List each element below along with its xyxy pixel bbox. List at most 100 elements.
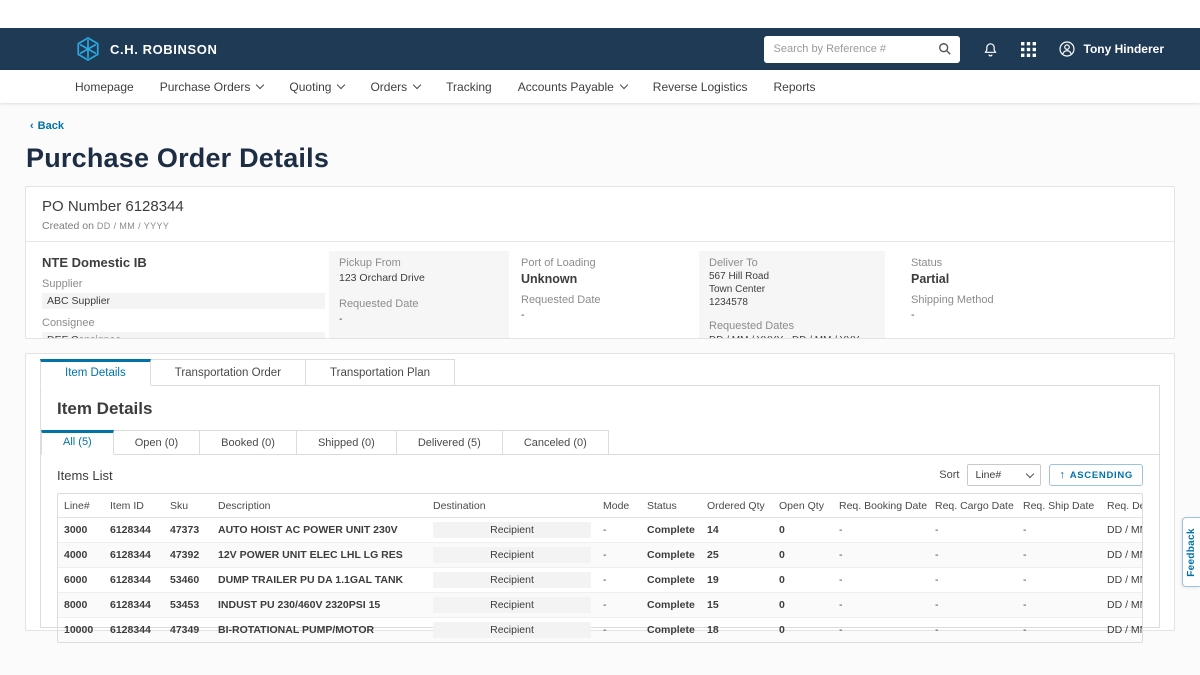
nav-item-tracking[interactable]: Tracking — [446, 80, 492, 94]
cell-ordered-qty: 18 — [701, 618, 773, 643]
cell-open-qty: 0 — [773, 568, 833, 593]
cell-req-ship-date: - — [1017, 593, 1101, 618]
table-header-row: Line#Item IDSkuDescriptionDestinationMod… — [58, 494, 1143, 518]
user-menu[interactable]: Tony Hinderer — [1058, 40, 1164, 58]
cell-status: Complete — [641, 568, 701, 593]
cell-req-cargo-date: - — [929, 518, 1017, 543]
cell-description: DUMP TRAILER PU DA 1.1GAL TANK — [212, 568, 427, 593]
nav-item-purchase-orders[interactable]: Purchase Orders — [160, 80, 264, 94]
notifications-bell-icon[interactable] — [982, 41, 999, 58]
tab-item-details[interactable]: Item Details — [40, 359, 151, 386]
header-sku: Sku — [164, 494, 212, 518]
cell-req-booking-date: - — [833, 568, 929, 593]
cell-line: 4000 — [58, 543, 104, 568]
chevron-down-icon — [620, 80, 628, 88]
tab-transportation-order[interactable]: Transportation Order — [151, 359, 306, 386]
cell-open-qty: 0 — [773, 618, 833, 643]
destination-band: Recipient — [433, 597, 591, 613]
cell-item-id: 6128344 — [104, 543, 164, 568]
sort-select[interactable]: Line# — [967, 464, 1041, 486]
nav-item-reverse-logistics[interactable]: Reverse Logistics — [653, 80, 748, 94]
table-row[interactable]: 8000612834453453INDUST PU 230/460V 2320P… — [58, 593, 1143, 618]
po-number: PO Number 6128344 — [42, 198, 1158, 215]
status-column: Status Partial Shipping Method - — [885, 251, 1158, 338]
cell-sku: 47349 — [164, 618, 212, 643]
cell-req-booking-date: - — [833, 518, 929, 543]
cell-description: BI-ROTATIONAL PUMP/MOTOR — [212, 618, 427, 643]
cell-destination: Recipient — [427, 518, 597, 543]
tab-content-panel: Item Details All (5)Open (0)Booked (0)Sh… — [40, 385, 1160, 628]
cell-status: Complete — [641, 593, 701, 618]
header-item-id: Item ID — [104, 494, 164, 518]
table-row[interactable]: 400061283444739212V POWER UNIT ELEC LHL … — [58, 543, 1143, 568]
brand-logo[interactable]: C.H. ROBINSON — [75, 36, 217, 62]
status-value: Partial — [911, 272, 1132, 286]
destination-band: Recipient — [433, 622, 591, 638]
items-table: Line#Item IDSkuDescriptionDestinationMod… — [58, 494, 1143, 642]
cell-status: Complete — [641, 518, 701, 543]
pickup-column: Pickup From 123 Orchard Drive Requested … — [329, 251, 509, 338]
nav-item-quoting[interactable]: Quoting — [289, 80, 344, 94]
nav-item-orders[interactable]: Orders — [370, 80, 420, 94]
requested-dates-value: DD / MM / YYYY - DD / MM / YYY — [709, 335, 875, 339]
cell-line: 10000 — [58, 618, 104, 643]
shipping-method-value: - — [911, 309, 1132, 321]
cell-sku: 53460 — [164, 568, 212, 593]
page-content: ‹ Back Purchase Order Details PO Number … — [0, 103, 1200, 675]
table-row[interactable]: 3000612834447373AUTO HOIST AC POWER UNIT… — [58, 518, 1143, 543]
filter-tab-open-0[interactable]: Open (0) — [114, 430, 200, 455]
search-input[interactable] — [774, 43, 938, 55]
main-nav: Homepage Purchase Orders Quoting Orders Trac… — [0, 70, 1200, 103]
back-button[interactable]: ‹ Back — [30, 120, 64, 132]
nav-item-homepage[interactable]: Homepage — [75, 80, 134, 94]
cell-open-qty: 0 — [773, 593, 833, 618]
cell-req-booking-date: - — [833, 618, 929, 643]
nav-item-label: Quoting — [289, 80, 331, 94]
address-line: 1234578 — [709, 297, 875, 308]
table-row[interactable]: 6000612834453460DUMP TRAILER PU DA 1.1GA… — [58, 568, 1143, 593]
nav-item-reports[interactable]: Reports — [774, 80, 816, 94]
order-type: NTE Domestic IB — [42, 255, 329, 270]
tab-transportation-plan[interactable]: Transportation Plan — [306, 359, 455, 386]
tabs-row: Item DetailsTransportation OrderTranspor… — [40, 359, 1160, 385]
cell-destination: Recipient — [427, 568, 597, 593]
cell-ordered-qty: 19 — [701, 568, 773, 593]
search-icon[interactable] — [938, 42, 952, 56]
destination-band: Recipient — [433, 547, 591, 563]
feedback-button[interactable]: Feedback — [1182, 517, 1200, 587]
cell-description: AUTO HOIST AC POWER UNIT 230V — [212, 518, 427, 543]
cell-line: 6000 — [58, 568, 104, 593]
cell-req-ship-date: - — [1017, 543, 1101, 568]
header-req-booking-date: Req. Booking Date — [833, 494, 929, 518]
cell-ordered-qty: 25 — [701, 543, 773, 568]
header-line: Line# — [58, 494, 104, 518]
sort-direction-button[interactable]: ↑ ASCENDING — [1049, 464, 1143, 486]
supplier-label: Supplier — [42, 278, 329, 290]
app-header: C.H. ROBINSON — [0, 28, 1200, 70]
filter-tab-shipped-0[interactable]: Shipped (0) — [297, 430, 397, 455]
header-open-qty: Open Qty — [773, 494, 833, 518]
cell-item-id: 6128344 — [104, 518, 164, 543]
port-requested-date-value: - — [521, 309, 687, 321]
cell-req-ship-date: - — [1017, 618, 1101, 643]
cell-mode: - — [597, 568, 641, 593]
cell-req-ship-date: - — [1017, 518, 1101, 543]
apps-grid-icon[interactable] — [1021, 42, 1036, 57]
pickup-from-label: Pickup From — [339, 257, 499, 269]
cell-req-ship-date: - — [1017, 568, 1101, 593]
filter-tab-all-5[interactable]: All (5) — [41, 430, 114, 455]
items-list-bar: Items List Sort Line# ↑ ASCENDING — [41, 455, 1159, 493]
filter-tab-delivered-5[interactable]: Delivered (5) — [397, 430, 503, 455]
chevron-down-icon — [337, 80, 345, 88]
table-row[interactable]: 10000612834447349BI-ROTATIONAL PUMP/MOTO… — [58, 618, 1143, 643]
deliver-to-column: Deliver To 567 Hill RoadTown Center12345… — [699, 251, 885, 338]
nav-item-accounts-payable[interactable]: Accounts Payable — [518, 80, 627, 94]
user-avatar-icon — [1058, 40, 1076, 58]
cell-mode: - — [597, 618, 641, 643]
filter-tab-canceled-0[interactable]: Canceled (0) — [503, 430, 609, 455]
cell-req-delivery-date: DD / MM / YY — [1101, 568, 1143, 593]
cell-description: INDUST PU 230/460V 2320PSI 15 — [212, 593, 427, 618]
pickup-from-value: 123 Orchard Drive — [339, 272, 499, 284]
filter-tab-booked-0[interactable]: Booked (0) — [200, 430, 297, 455]
port-of-loading-column: Port of Loading Unknown Requested Date - — [509, 251, 699, 338]
